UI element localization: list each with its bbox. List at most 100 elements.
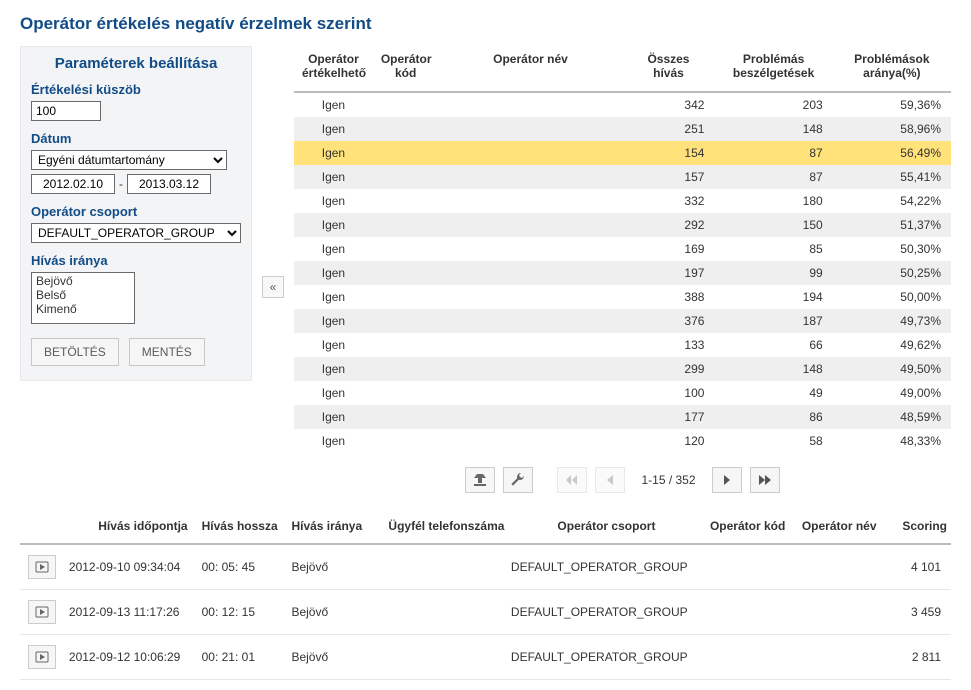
date-range-select[interactable]: Egyéni dátumtartomány	[31, 150, 227, 170]
cell-op-code	[373, 237, 439, 261]
table-row[interactable]: Igen29215051,37%	[294, 213, 951, 237]
cell-evaluable: Igen	[294, 405, 373, 429]
cell-phone	[384, 634, 507, 679]
cell-phone	[384, 589, 507, 634]
play-button[interactable]	[28, 555, 56, 579]
load-button[interactable]: BETÖLTÉS	[31, 338, 119, 366]
cell-pct: 59,36%	[833, 92, 951, 117]
tools-button[interactable]	[503, 467, 533, 493]
date-from-input[interactable]	[31, 174, 115, 194]
play-icon	[35, 651, 49, 663]
cell-op-name	[439, 381, 623, 405]
page-title: Operátor értékelés negatív érzelmek szer…	[20, 14, 951, 34]
col-call-time[interactable]: Hívás időpontja	[65, 513, 198, 544]
first-page-button[interactable]	[557, 467, 587, 493]
table-row[interactable]: Igen1205848,33%	[294, 429, 951, 453]
col-call-score[interactable]: Scoring	[890, 513, 951, 544]
table-row[interactable]: 2012-09-12 10:06:2900: 21: 01BejövőDEFAU…	[20, 634, 951, 679]
cell-time: 2012-09-10 09:34:04	[65, 544, 198, 590]
cell-problem: 180	[714, 189, 832, 213]
cell-op-name	[439, 92, 623, 117]
main-layout: Paraméterek beállítása Értékelési küszöb…	[20, 46, 951, 513]
cell-code	[706, 544, 798, 590]
direction-option[interactable]: Kimenő	[32, 302, 134, 316]
table-row[interactable]: Igen1778648,59%	[294, 405, 951, 429]
col-op-name[interactable]: Operátor név	[439, 46, 623, 92]
cell-pct: 48,59%	[833, 405, 951, 429]
cell-calls: 120	[622, 429, 714, 453]
cell-evaluable: Igen	[294, 237, 373, 261]
operator-group-select[interactable]: DEFAULT_OPERATOR_GROUP	[31, 223, 241, 243]
col-evaluable[interactable]: Operátor értékelhető	[294, 46, 373, 92]
cell-op-name	[439, 285, 623, 309]
cell-calls: 299	[622, 357, 714, 381]
table-row[interactable]: Igen1698550,30%	[294, 237, 951, 261]
play-button[interactable]	[28, 645, 56, 669]
col-call-length[interactable]: Hívás hossza	[198, 513, 288, 544]
pager-label: 1-15 / 352	[641, 473, 695, 487]
table-row[interactable]: Igen1004949,00%	[294, 381, 951, 405]
direction-option[interactable]: Bejövő	[32, 274, 134, 288]
col-problem[interactable]: Problémás beszélgetések	[714, 46, 832, 92]
col-total-calls[interactable]: Összes hívás	[622, 46, 714, 92]
cell-op-code	[373, 381, 439, 405]
table-row[interactable]: Igen38819450,00%	[294, 285, 951, 309]
date-to-input[interactable]	[127, 174, 211, 194]
cell-calls: 251	[622, 117, 714, 141]
prev-page-icon	[605, 474, 615, 486]
col-pct[interactable]: Problémások aránya(%)	[833, 46, 951, 92]
cell-op-name	[439, 237, 623, 261]
table-row[interactable]: Igen34220359,36%	[294, 92, 951, 117]
play-button[interactable]	[28, 600, 56, 624]
cell-op-code	[373, 117, 439, 141]
cell-calls: 154	[622, 141, 714, 165]
col-call-opname[interactable]: Operátor név	[798, 513, 890, 544]
col-call-dir[interactable]: Hívás iránya	[287, 513, 384, 544]
table-row[interactable]: Igen25114858,96%	[294, 117, 951, 141]
cell-op-code	[373, 92, 439, 117]
prev-page-button[interactable]	[595, 467, 625, 493]
table-row[interactable]: Igen1548756,49%	[294, 141, 951, 165]
cell-op-name	[439, 189, 623, 213]
table-row[interactable]: Igen1979950,25%	[294, 261, 951, 285]
next-page-button[interactable]	[712, 467, 742, 493]
table-row[interactable]: Igen37618749,73%	[294, 309, 951, 333]
save-button[interactable]: MENTÉS	[129, 338, 205, 366]
col-call-group[interactable]: Operátor csoport	[507, 513, 706, 544]
col-call-phone[interactable]: Ügyfél telefonszáma	[384, 513, 507, 544]
export-button[interactable]	[465, 467, 495, 493]
next-page-icon	[722, 474, 732, 486]
cell-calls: 157	[622, 165, 714, 189]
cell-evaluable: Igen	[294, 117, 373, 141]
parameters-panel: Paraméterek beállítása Értékelési küszöb…	[20, 46, 252, 381]
table-row[interactable]: 2012-09-10 09:34:0400: 05: 45BejövőDEFAU…	[20, 544, 951, 590]
last-page-button[interactable]	[750, 467, 780, 493]
col-op-code[interactable]: Operátor kód	[373, 46, 439, 92]
collapse-sidebar-button[interactable]: «	[262, 276, 284, 298]
cell-name	[798, 544, 890, 590]
cell-problem: 148	[714, 117, 832, 141]
cell-op-name	[439, 117, 623, 141]
cell-op-name	[439, 261, 623, 285]
call-direction-list[interactable]: BejövőBelsőKimenő	[31, 272, 135, 324]
col-call-opcode[interactable]: Operátor kód	[706, 513, 798, 544]
cell-op-name	[439, 213, 623, 237]
table-row[interactable]: Igen33218054,22%	[294, 189, 951, 213]
cell-group: DEFAULT_OPERATOR_GROUP	[507, 634, 706, 679]
cell-calls: 100	[622, 381, 714, 405]
threshold-input[interactable]	[31, 101, 101, 121]
cell-problem: 150	[714, 213, 832, 237]
cell-pct: 49,50%	[833, 357, 951, 381]
cell-pct: 48,33%	[833, 429, 951, 453]
cell-problem: 58	[714, 429, 832, 453]
table-row[interactable]: Igen29914849,50%	[294, 357, 951, 381]
table-row[interactable]: 2012-09-13 11:17:2600: 12: 15BejövőDEFAU…	[20, 589, 951, 634]
table-row[interactable]: Igen1578755,41%	[294, 165, 951, 189]
direction-option[interactable]: Belső	[32, 288, 134, 302]
cell-op-code	[373, 285, 439, 309]
cell-evaluable: Igen	[294, 285, 373, 309]
cell-op-code	[373, 213, 439, 237]
table-row[interactable]: Igen1336649,62%	[294, 333, 951, 357]
call-direction-label: Hívás iránya	[31, 253, 241, 268]
cell-op-name	[439, 429, 623, 453]
